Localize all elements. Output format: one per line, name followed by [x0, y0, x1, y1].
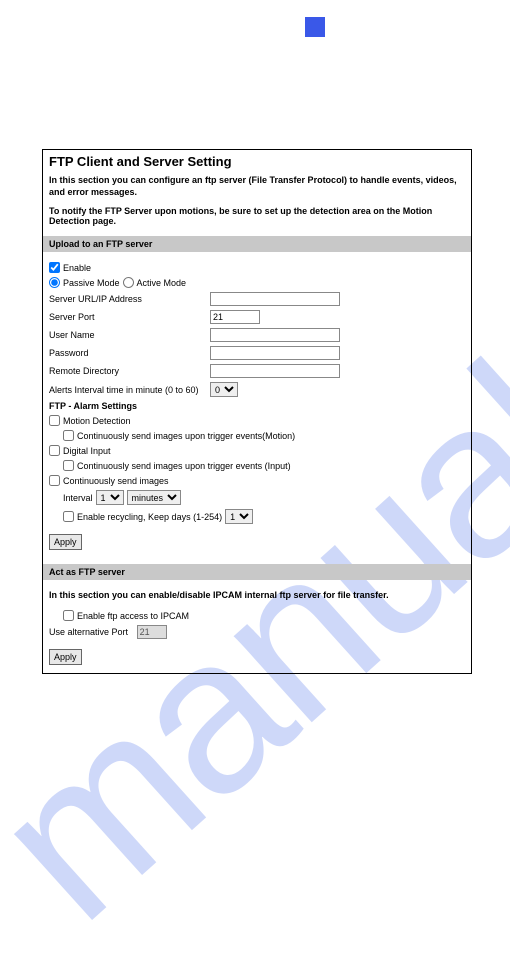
alt-port-label: Use alternative Port [49, 627, 128, 637]
intro-text: In this section you can configure an ftp… [49, 175, 465, 198]
server-url-input[interactable] [210, 292, 340, 306]
interval-label: Interval [63, 493, 93, 503]
enable-label: Enable [63, 263, 91, 273]
motion-detection-checkbox[interactable] [49, 415, 60, 426]
server-url-label: Server URL/IP Address [49, 294, 207, 304]
enable-ftp-ipcam-checkbox[interactable] [63, 610, 74, 621]
recycle-checkbox[interactable] [63, 511, 74, 522]
enable-ftp-ipcam-label: Enable ftp access to IPCAM [77, 611, 189, 621]
digital-input-checkbox[interactable] [49, 445, 60, 456]
alarm-settings-header: FTP - Alarm Settings [49, 401, 465, 411]
server-port-label: Server Port [49, 312, 207, 322]
interval-number-select[interactable]: 1 [96, 490, 124, 505]
apply-button-upload[interactable]: Apply [49, 534, 82, 550]
username-input[interactable] [210, 328, 340, 342]
interval-unit-select[interactable]: minutes [127, 490, 181, 505]
digital-continuous-checkbox[interactable] [63, 460, 74, 471]
enable-checkbox[interactable] [49, 262, 60, 273]
alerts-interval-label: Alerts Interval time in minute (0 to 60) [49, 385, 207, 395]
remote-dir-input[interactable] [210, 364, 340, 378]
passive-mode-label: Passive Mode [63, 278, 120, 288]
username-label: User Name [49, 330, 207, 340]
digital-continuous-label: Continuously send images upon trigger ev… [77, 461, 291, 471]
alerts-interval-select[interactable]: 0 [210, 382, 238, 397]
server-port-input[interactable] [210, 310, 260, 324]
notify-text: To notify the FTP Server upon motions, b… [49, 206, 465, 226]
active-mode-radio[interactable] [123, 277, 134, 288]
password-input[interactable] [210, 346, 340, 360]
active-mode-label: Active Mode [137, 278, 187, 288]
act-as-server-intro: In this section you can enable/disable I… [49, 590, 465, 602]
motion-continuous-checkbox[interactable] [63, 430, 74, 441]
continuous-send-label: Continuously send images [63, 476, 169, 486]
section-act-as-server-header: Act as FTP server [43, 564, 471, 580]
page-title: FTP Client and Server Setting [49, 154, 465, 169]
motion-continuous-label: Continuously send images upon trigger ev… [77, 431, 295, 441]
recycle-label: Enable recycling, Keep days (1-254) [77, 512, 222, 522]
digital-input-label: Digital Input [63, 446, 111, 456]
decorative-square [305, 17, 325, 37]
remote-dir-label: Remote Directory [49, 366, 207, 376]
ftp-settings-panel: FTP Client and Server Setting In this se… [42, 149, 472, 674]
section-upload-header: Upload to an FTP server [43, 236, 471, 252]
passive-mode-radio[interactable] [49, 277, 60, 288]
password-label: Password [49, 348, 207, 358]
recycle-days-select[interactable]: 1 [225, 509, 253, 524]
motion-detection-label: Motion Detection [63, 416, 131, 426]
alt-port-input [137, 625, 167, 639]
apply-button-server[interactable]: Apply [49, 649, 82, 665]
continuous-send-checkbox[interactable] [49, 475, 60, 486]
